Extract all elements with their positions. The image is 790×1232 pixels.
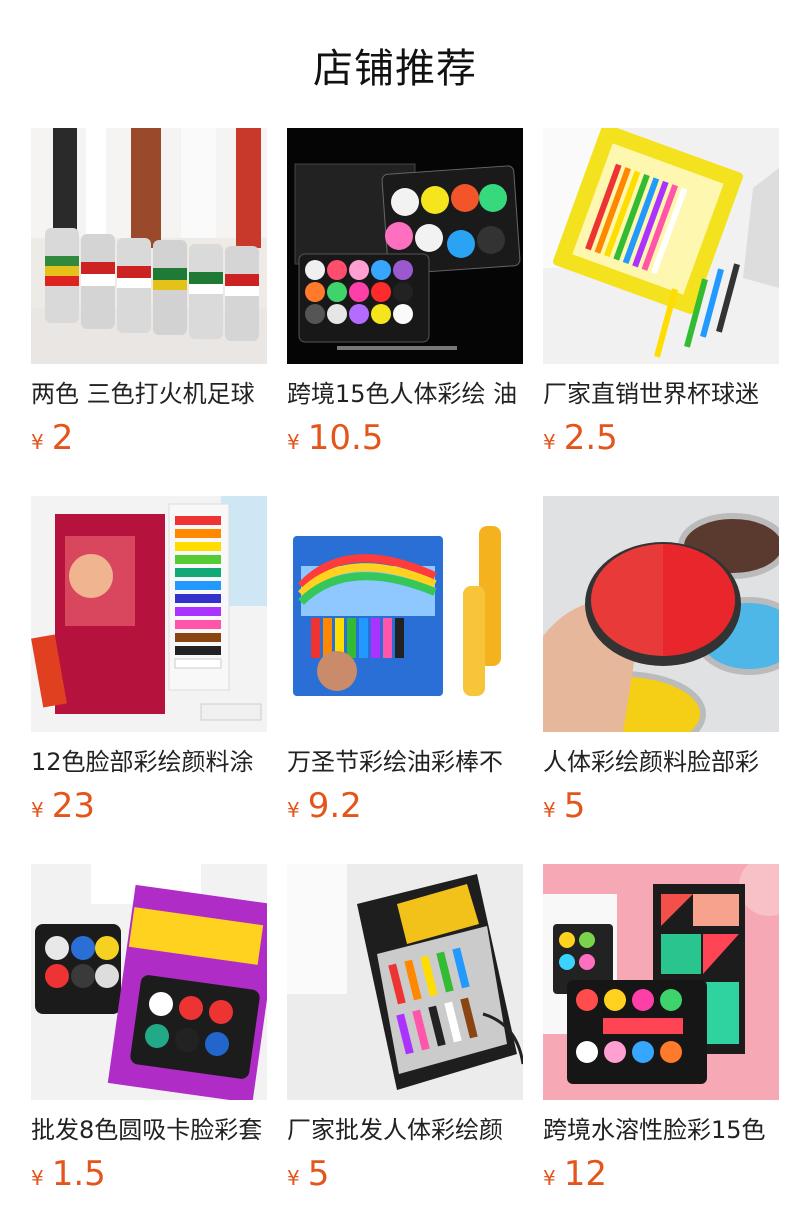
- product-name[interactable]: 万圣节彩绘油彩棒不: [287, 746, 523, 778]
- currency-symbol: ¥: [31, 798, 44, 822]
- price-amount: 12: [563, 1154, 607, 1194]
- product-name[interactable]: 厂家批发人体彩绘颜: [287, 1114, 523, 1146]
- currency-symbol: ¥: [31, 430, 44, 454]
- product-name[interactable]: 跨境15色人体彩绘 油: [287, 378, 523, 410]
- currency-symbol: ¥: [287, 798, 300, 822]
- product-card[interactable]: 12色脸部彩绘颜料涂 ¥ 23: [31, 496, 267, 864]
- price-amount: 23: [51, 786, 95, 826]
- face-crayons-pack-image[interactable]: [543, 128, 779, 364]
- price-amount: 10.5: [307, 418, 384, 458]
- page-title: 店铺推荐: [313, 46, 477, 92]
- product-price: ¥ 2: [31, 418, 73, 458]
- product-card[interactable]: 厂家批发人体彩绘颜 ¥ 5: [287, 864, 523, 1232]
- product-price: ¥ 23: [31, 786, 95, 826]
- face-paint-palette-image[interactable]: [287, 128, 523, 364]
- product-name[interactable]: 两色 三色打火机足球: [31, 378, 267, 410]
- product-card[interactable]: 批发8色圆吸卡脸彩套 ¥ 1.5: [31, 864, 267, 1232]
- price-amount: 5: [563, 786, 586, 826]
- product-price: ¥ 9.2: [287, 786, 362, 826]
- product-card[interactable]: 厂家直销世界杯球迷 ¥ 2.5: [543, 128, 779, 496]
- product-price: ¥ 2.5: [543, 418, 618, 458]
- currency-symbol: ¥: [543, 430, 556, 454]
- product-name[interactable]: 厂家直销世界杯球迷: [543, 378, 779, 410]
- product-name[interactable]: 跨境水溶性脸彩15色: [543, 1114, 779, 1146]
- product-card[interactable]: 人体彩绘颜料脸部彩 ¥ 5: [543, 496, 779, 864]
- price-amount: 1.5: [51, 1154, 106, 1194]
- product-price: ¥ 10.5: [287, 418, 383, 458]
- price-amount: 2.5: [563, 418, 618, 458]
- currency-symbol: ¥: [287, 1166, 300, 1190]
- face-paint-sticks-image[interactable]: [31, 128, 267, 364]
- currency-symbol: ¥: [287, 430, 300, 454]
- product-price: ¥ 12: [543, 1154, 607, 1194]
- face-paint-pots-image[interactable]: [543, 496, 779, 732]
- price-amount: 2: [51, 418, 74, 458]
- price-amount: 9.2: [307, 786, 362, 826]
- product-card[interactable]: 跨境水溶性脸彩15色 ¥ 12: [543, 864, 779, 1232]
- water-based-palette-image[interactable]: [543, 864, 779, 1100]
- product-price: ¥ 5: [543, 786, 585, 826]
- product-grid: 两色 三色打火机足球 ¥ 2 跨境15色人体彩绘 油 ¥ 10.5 厂家直销世界…: [31, 128, 779, 1232]
- product-price: ¥ 1.5: [31, 1154, 106, 1194]
- body-paint-tubes-image[interactable]: [31, 496, 267, 732]
- store-recommendations-page: 店铺推荐 两色 三色打火机足球 ¥ 2 跨境15色人体彩绘 油 ¥ 10.5 厂…: [0, 0, 790, 1232]
- currency-symbol: ¥: [31, 1166, 44, 1190]
- price-amount: 5: [307, 1154, 330, 1194]
- product-card[interactable]: 万圣节彩绘油彩棒不 ¥ 9.2: [287, 496, 523, 864]
- product-name[interactable]: 12色脸部彩绘颜料涂: [31, 746, 267, 778]
- product-price: ¥ 5: [287, 1154, 329, 1194]
- currency-symbol: ¥: [543, 1166, 556, 1190]
- product-name[interactable]: 批发8色圆吸卡脸彩套: [31, 1114, 267, 1146]
- face-paint-crayons-box-image[interactable]: [287, 496, 523, 732]
- product-card[interactable]: 跨境15色人体彩绘 油 ¥ 10.5: [287, 128, 523, 496]
- product-name[interactable]: 人体彩绘颜料脸部彩: [543, 746, 779, 778]
- product-card[interactable]: 两色 三色打火机足球 ¥ 2: [31, 128, 267, 496]
- face-paints-card-image[interactable]: [31, 864, 267, 1100]
- crayons-blister-pack-image[interactable]: [287, 864, 523, 1100]
- currency-symbol: ¥: [543, 798, 556, 822]
